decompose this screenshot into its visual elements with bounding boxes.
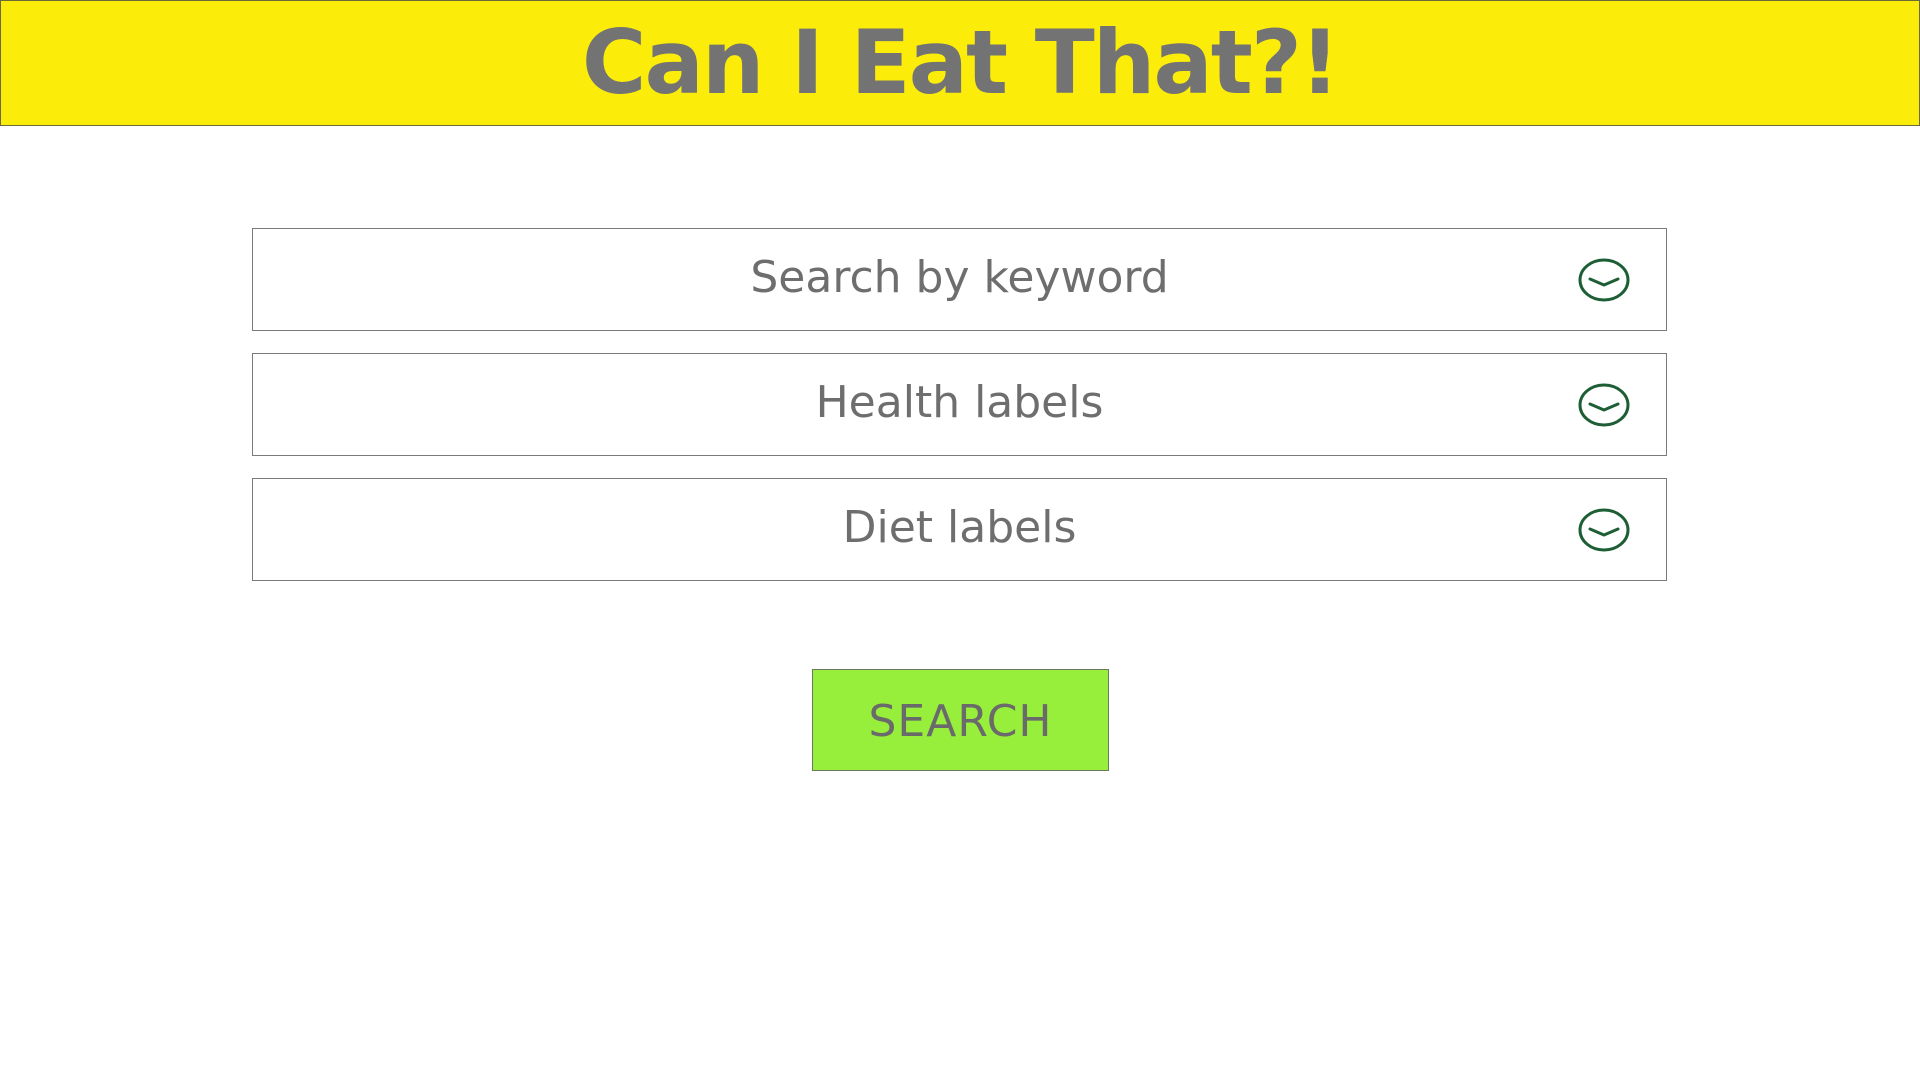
diet-labels-dropdown[interactable]: Diet labels xyxy=(252,478,1667,581)
diet-labels-label: Diet labels xyxy=(842,502,1077,553)
health-labels-label: Health labels xyxy=(815,377,1104,428)
chevron-down-circle-icon[interactable] xyxy=(1578,507,1630,553)
app-title: Can I Eat That?! xyxy=(581,11,1340,114)
chevron-down-circle-icon[interactable] xyxy=(1578,382,1630,428)
keyword-search-label: Search by keyword xyxy=(750,252,1169,303)
app-header: Can I Eat That?! xyxy=(0,0,1920,126)
search-button-label: SEARCH xyxy=(868,695,1053,747)
keyword-search-field[interactable]: Search by keyword xyxy=(252,228,1667,331)
chevron-down-circle-icon[interactable] xyxy=(1578,257,1630,303)
health-labels-dropdown[interactable]: Health labels xyxy=(252,353,1667,456)
search-button[interactable]: SEARCH xyxy=(812,669,1109,771)
